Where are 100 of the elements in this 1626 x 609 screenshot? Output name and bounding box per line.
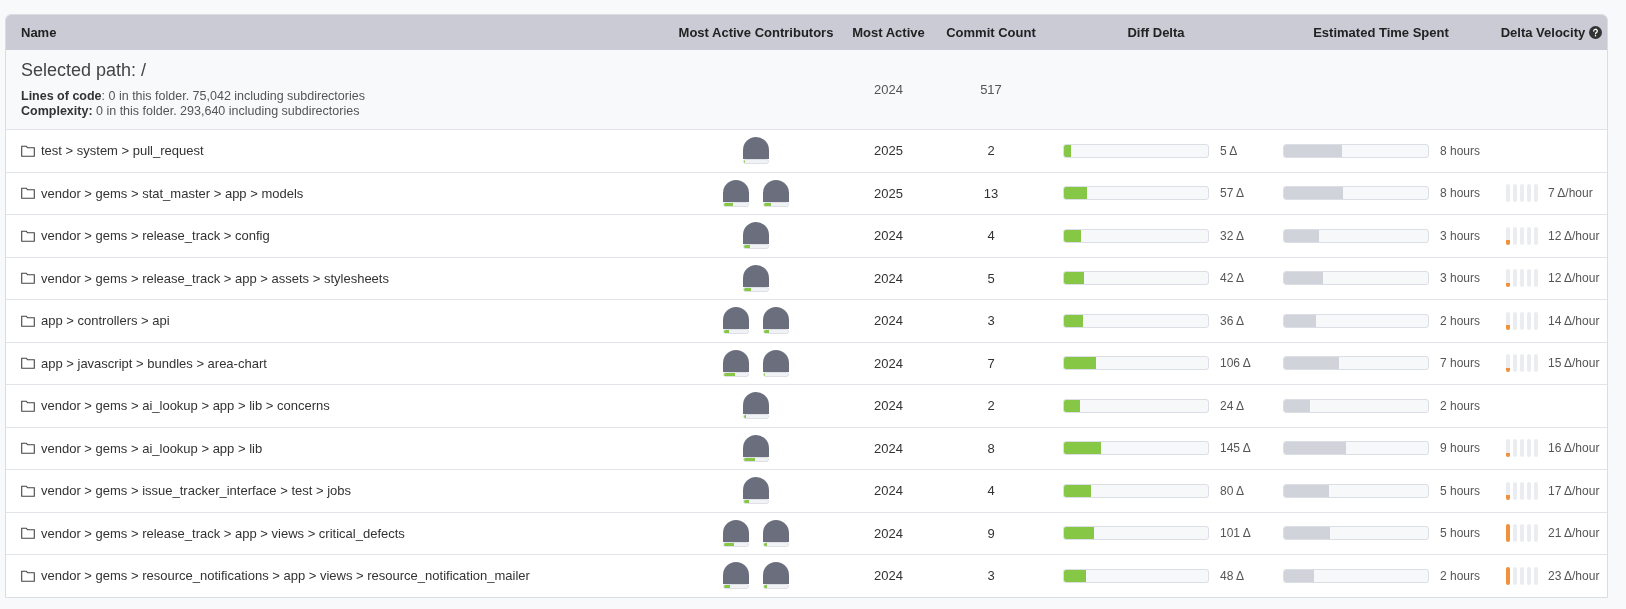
column-header[interactable]: Commit Count [936,25,1046,40]
diff-delta-bar-value: 24 Δ [1220,398,1245,413]
most-active-year: 2024 [873,355,904,371]
most-active-year: 2024 [873,398,904,414]
commit-count: 9 [986,525,996,541]
avatar[interactable] [723,179,749,202]
avatar[interactable] [763,519,789,542]
folder-path[interactable]: vendor > gems > release_track > app > assets > stylesheets [41,270,389,286]
velocity-value: 14 Δ/hour [1548,313,1600,328]
most-active-year: 2024 [873,483,904,499]
time-spent-bar-value: 7 hours [1440,356,1481,371]
avatar[interactable] [763,562,789,585]
avatar[interactable] [743,434,769,457]
column-header[interactable]: Most Active [841,25,936,40]
diff-delta-bar-value: 48 Δ [1220,568,1245,583]
diff-delta-bar-value: 80 Δ [1220,483,1245,498]
avatar[interactable] [723,307,749,330]
most-active-year: 2024 [873,568,904,584]
diff-delta-bar-value: 145 Δ [1220,441,1251,456]
folder-icon [21,569,35,582]
most-active-year: 2024 [873,440,904,456]
selected-path-title: Selected path: / [21,60,148,81]
commit-count: 2 [986,143,996,159]
diff-delta-bar-value: 106 Δ [1220,356,1251,371]
folder-icon [21,357,35,370]
most-active-year: 2024 [873,270,904,286]
folder-icon [21,527,35,540]
column-header[interactable]: Delta Velocity [1500,25,1586,40]
column-header[interactable]: Name [6,25,671,40]
time-spent-bar-value: 8 hours [1440,186,1481,201]
velocity-value: 12 Δ/hour [1548,228,1600,243]
folder-path[interactable]: vendor > gems > issue_tracker_interface > test > jobs [41,483,351,499]
velocity-value: 23 Δ/hour [1548,568,1600,583]
time-spent-bar-value: 2 hours [1440,398,1481,413]
most-active-year: 2024 [873,313,904,329]
column-header[interactable]: Diff Delta [1046,25,1266,40]
folder-path[interactable]: test > system > pull_request [41,143,204,159]
time-spent-bar-value: 8 hours [1440,143,1481,158]
commit-count: 13 [982,185,1000,201]
time-spent-bar-value: 9 hours [1440,441,1481,456]
folder-icon [21,442,35,455]
folder-icon [21,187,35,200]
folder-path[interactable]: vendor > gems > resource_notifications > app > views > resource_notification_mailer [41,568,530,584]
commit-count: 4 [986,228,996,244]
diff-delta-bar-value: 42 Δ [1220,271,1245,286]
commit-count: 3 [986,313,996,329]
avatar[interactable] [743,264,769,287]
avatar[interactable] [723,349,749,372]
most-active-year: 2024 [873,525,904,541]
commit-count: 7 [986,355,996,371]
velocity-value: 12 Δ/hour [1548,271,1600,286]
folder-icon [21,272,35,285]
folder-icon [21,229,35,242]
diff-delta-bar-value: 101 Δ [1220,526,1251,541]
folder-path[interactable]: vendor > gems > stat_master > app > models [41,185,304,201]
velocity-value: 21 Δ/hour [1548,526,1600,541]
help-icon[interactable] [1589,26,1603,39]
commit-count: 517 [979,82,1003,97]
folder-path[interactable]: vendor > gems > ai_lookup > app > lib > concerns [41,398,330,414]
commit-count: 4 [986,483,996,499]
avatar[interactable] [763,179,789,202]
most-active-year: 2024 [873,82,904,97]
velocity-value: 16 Δ/hour [1548,441,1600,456]
commit-count: 3 [986,568,996,584]
diff-delta-bar-value: 36 Δ [1220,313,1245,328]
avatar[interactable] [743,137,769,160]
folder-path[interactable]: vendor > gems > release_track > config [41,228,270,244]
time-spent-bar-value: 5 hours [1440,483,1481,498]
avatar[interactable] [743,392,769,415]
avatar[interactable] [723,562,749,585]
avatar[interactable] [723,519,749,542]
most-active-year: 2025 [873,185,904,201]
avatar[interactable] [743,477,769,500]
folder-path[interactable]: app > controllers > api [41,313,170,329]
summary-line: Complexity: 0 in this folder. 293,640 including subdirectories [21,104,361,119]
folder-path[interactable]: vendor > gems > release_track > app > views > critical_defects [41,525,405,541]
avatar[interactable] [743,222,769,245]
folder-icon [21,484,35,497]
folder-icon [21,144,35,157]
summary-line: Lines of code: 0 in this folder. 75,042 including subdirectories [21,89,366,104]
avatar[interactable] [763,349,789,372]
commit-count: 2 [986,398,996,414]
folder-path[interactable]: vendor > gems > ai_lookup > app > lib [41,440,263,456]
column-header[interactable]: Estimated Time Spent [1266,25,1496,40]
time-spent-bar-value: 3 hours [1440,271,1481,286]
velocity-value: 17 Δ/hour [1548,483,1600,498]
column-header[interactable]: Most Active Contributors [671,25,841,40]
folder-icon [21,314,35,327]
most-active-year: 2024 [873,228,904,244]
folder-path[interactable]: app > javascript > bundles > area-chart [41,355,267,371]
diff-delta-bar-value: 5 Δ [1220,143,1238,158]
commit-count: 8 [986,440,996,456]
avatar[interactable] [763,307,789,330]
time-spent-bar-value: 5 hours [1440,526,1481,541]
velocity-value: 15 Δ/hour [1548,356,1600,371]
diff-delta-bar-value: 32 Δ [1220,228,1245,243]
velocity-value: 7 Δ/hour [1548,186,1593,201]
folder-icon [21,399,35,412]
time-spent-bar-value: 3 hours [1440,228,1481,243]
commit-count: 5 [986,270,996,286]
